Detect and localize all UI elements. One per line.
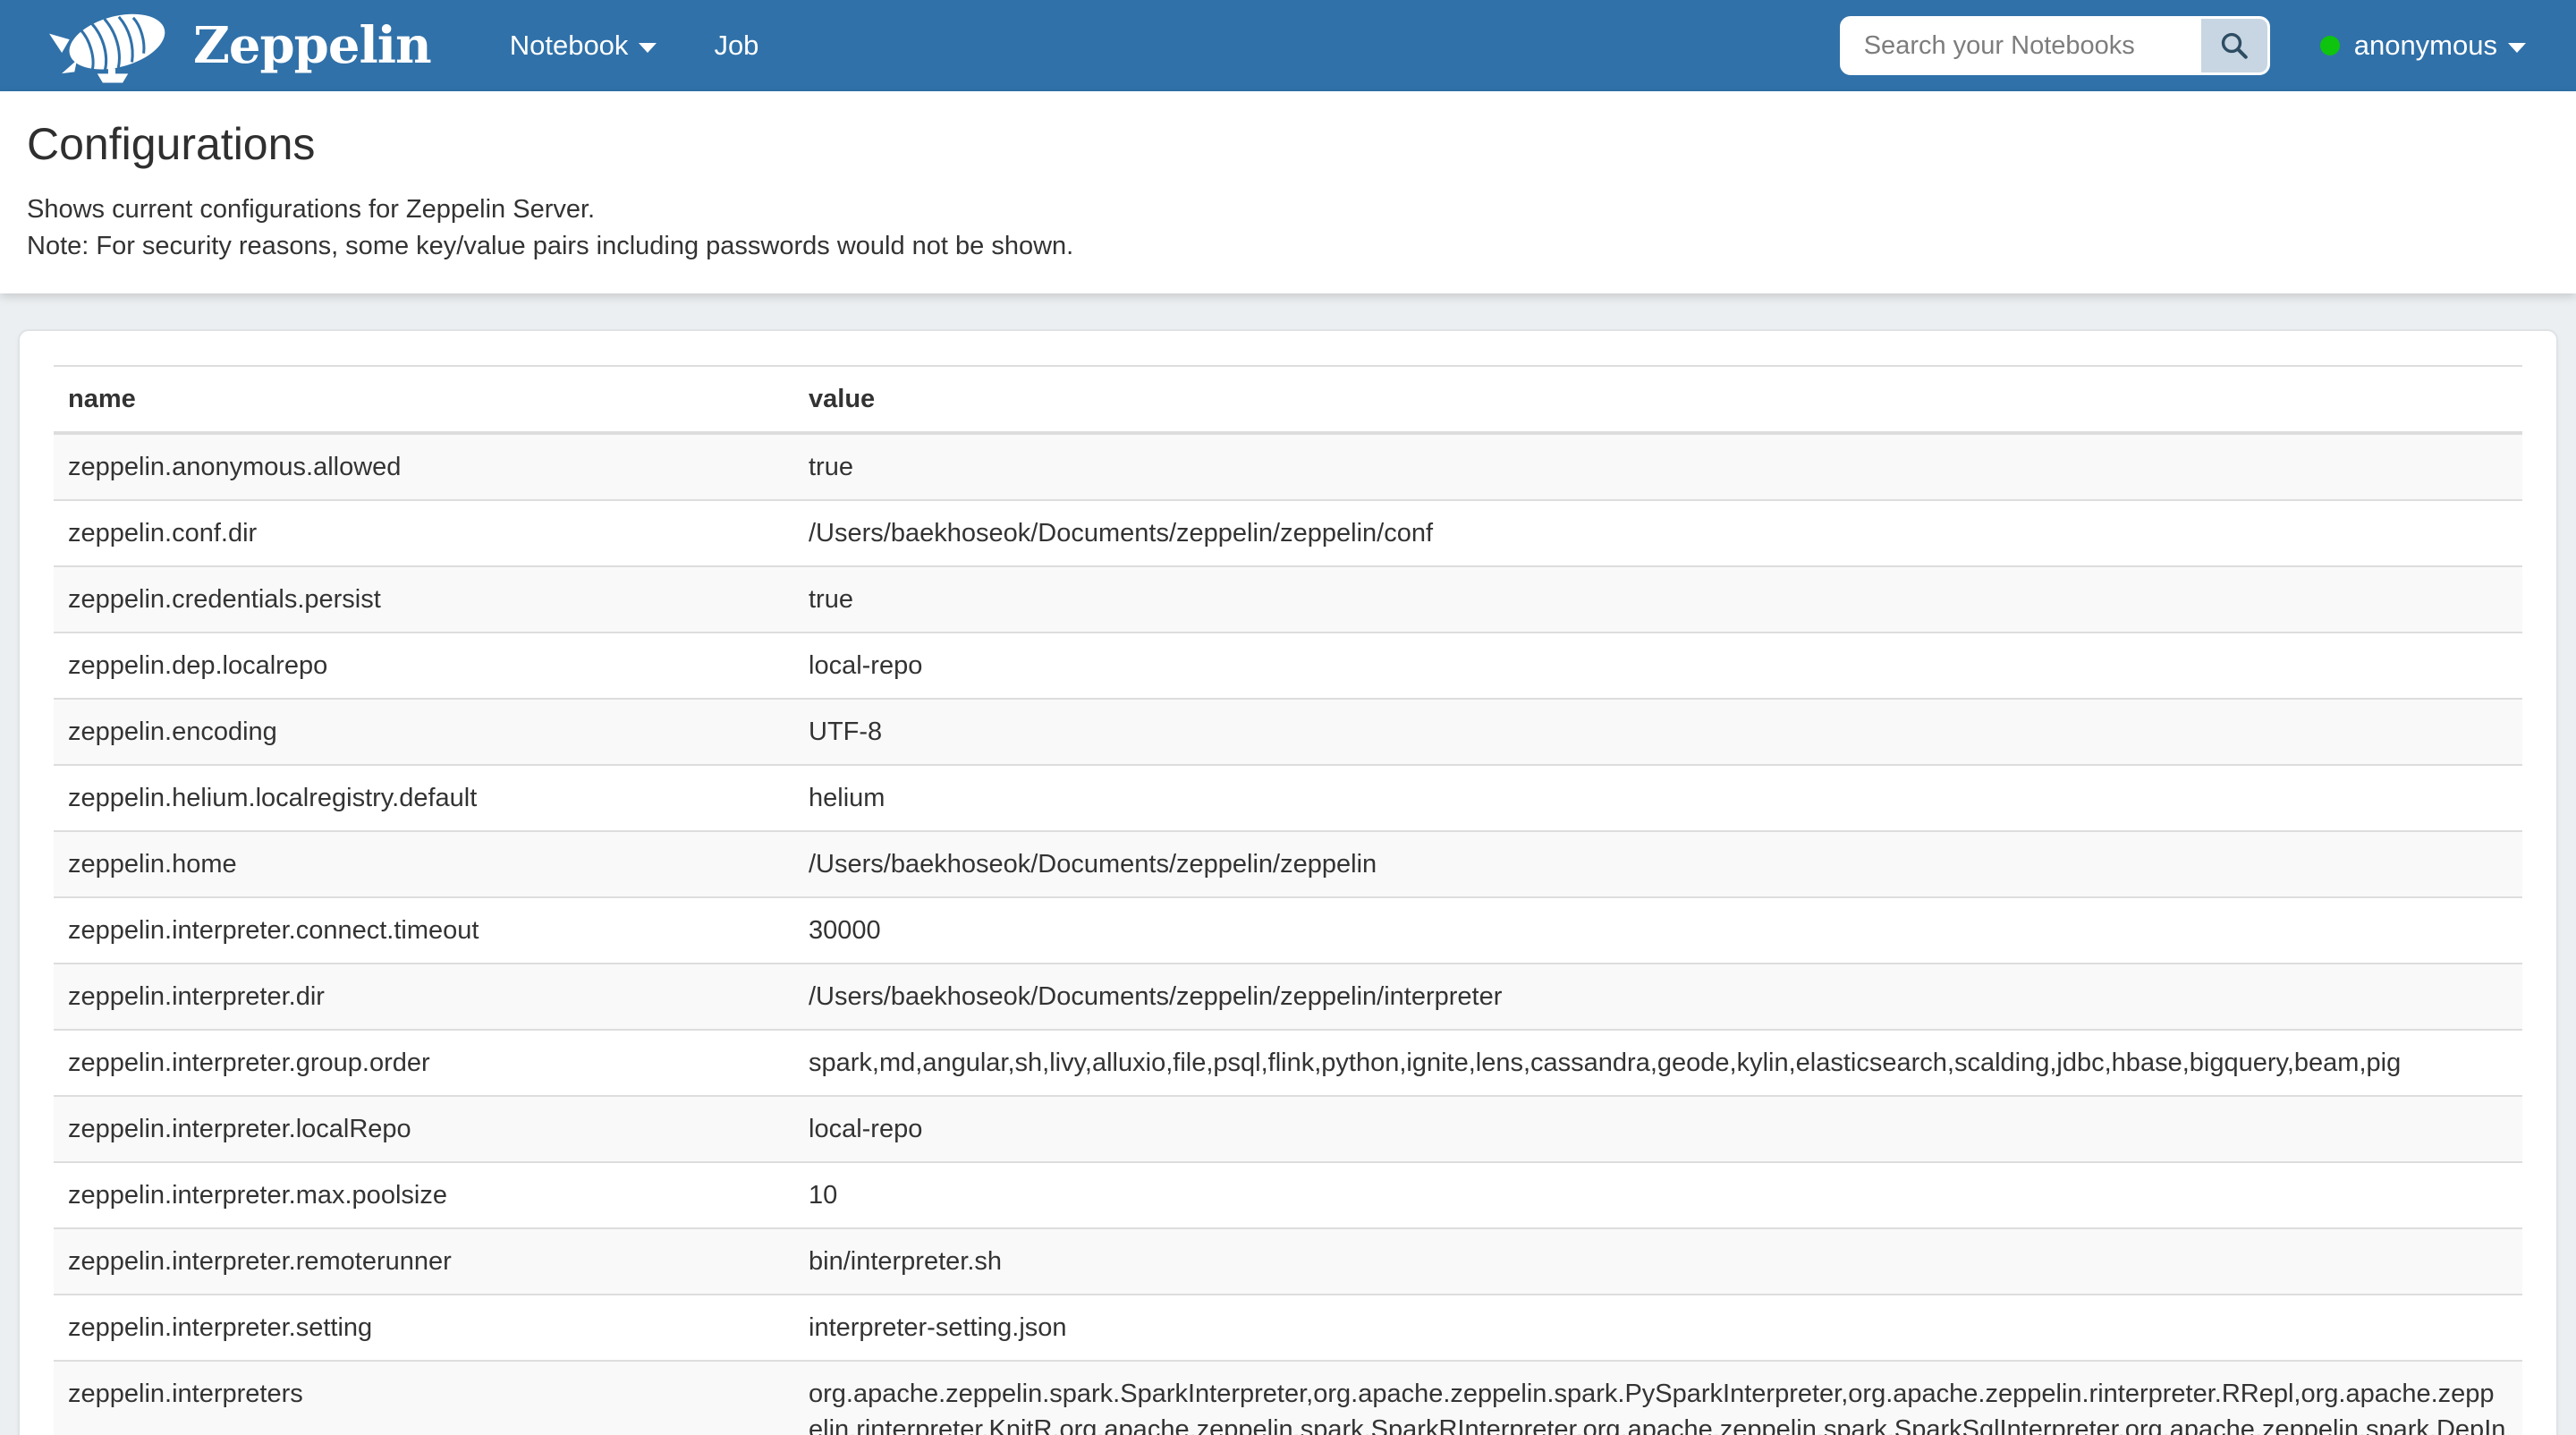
search-icon [2218, 30, 2250, 62]
config-name-cell: zeppelin.interpreter.setting [54, 1295, 794, 1361]
config-table-body: zeppelin.anonymous.allowedtruezeppelin.c… [54, 433, 2522, 1435]
config-name-cell: zeppelin.interpreter.dir [54, 964, 794, 1030]
main-nav: Notebook Job [481, 30, 788, 62]
config-value-cell: helium [794, 765, 2522, 831]
config-value-cell: /Users/baekhoseok/Documents/zeppelin/zep… [794, 500, 2522, 566]
zeppelin-brand[interactable]: Zeppelin [45, 4, 431, 87]
table-row: zeppelin.interpretersorg.apache.zeppelin… [54, 1361, 2522, 1435]
nav-notebook-label: Notebook [510, 30, 629, 62]
config-value-cell: /Users/baekhoseok/Documents/zeppelin/zep… [794, 964, 2522, 1030]
config-value-cell: 10 [794, 1162, 2522, 1228]
table-row: zeppelin.interpreter.settinginterpreter-… [54, 1295, 2522, 1361]
config-name-cell: zeppelin.home [54, 831, 794, 897]
nav-notebook-dropdown[interactable]: Notebook [481, 30, 686, 62]
brand-title: Zeppelin [193, 16, 431, 75]
table-row: zeppelin.interpreter.localRepolocal-repo [54, 1096, 2522, 1162]
page-description-line1: Shows current configurations for Zeppeli… [27, 191, 2549, 228]
page-description-line2: Note: For security reasons, some key/val… [27, 228, 2549, 265]
user-name: anonymous [2354, 30, 2497, 62]
table-row: zeppelin.interpreter.connect.timeout3000… [54, 897, 2522, 964]
config-name-cell: zeppelin.interpreters [54, 1361, 794, 1435]
table-row: zeppelin.helium.localregistry.defaulthel… [54, 765, 2522, 831]
navbar-right: anonymous [1840, 16, 2526, 75]
nav-job-link[interactable]: Job [685, 30, 787, 62]
config-name-cell: zeppelin.interpreter.localRepo [54, 1096, 794, 1162]
table-row: zeppelin.anonymous.allowedtrue [54, 433, 2522, 500]
config-name-cell: zeppelin.credentials.persist [54, 566, 794, 633]
config-name-cell: zeppelin.interpreter.remoterunner [54, 1228, 794, 1295]
table-row: zeppelin.interpreter.remoterunnerbin/int… [54, 1228, 2522, 1295]
chevron-down-icon [639, 43, 657, 53]
config-value-cell: true [794, 433, 2522, 500]
user-menu-dropdown[interactable]: anonymous [2320, 30, 2526, 62]
config-value-cell: org.apache.zeppelin.spark.SparkInterpret… [794, 1361, 2522, 1435]
page-title: Configurations [27, 118, 2549, 170]
config-value-cell: /Users/baekhoseok/Documents/zeppelin/zep… [794, 831, 2522, 897]
table-row: zeppelin.credentials.persisttrue [54, 566, 2522, 633]
table-row: zeppelin.conf.dir/Users/baekhoseok/Docum… [54, 500, 2522, 566]
config-value-cell: true [794, 566, 2522, 633]
config-name-cell: zeppelin.dep.localrepo [54, 633, 794, 699]
search-input[interactable] [1843, 19, 2199, 72]
configurations-table: name value zeppelin.anonymous.allowedtru… [54, 365, 2522, 1435]
nav-job-label: Job [714, 30, 758, 62]
table-row: zeppelin.interpreter.dir/Users/baekhoseo… [54, 964, 2522, 1030]
config-value-cell: bin/interpreter.sh [794, 1228, 2522, 1295]
config-value-cell: spark,md,angular,sh,livy,alluxio,file,ps… [794, 1030, 2522, 1096]
column-header-name: name [54, 366, 794, 433]
config-name-cell: zeppelin.helium.localregistry.default [54, 765, 794, 831]
table-row: zeppelin.dep.localrepolocal-repo [54, 633, 2522, 699]
zeppelin-logo-icon [45, 4, 181, 87]
config-value-cell: UTF-8 [794, 699, 2522, 765]
config-name-cell: zeppelin.interpreter.max.poolsize [54, 1162, 794, 1228]
connection-status-icon [2320, 36, 2340, 55]
config-value-cell: local-repo [794, 1096, 2522, 1162]
notebook-search [1840, 16, 2270, 75]
config-value-cell: 30000 [794, 897, 2522, 964]
table-header-row: name value [54, 366, 2522, 433]
search-button[interactable] [2201, 19, 2267, 72]
table-row: zeppelin.interpreter.group.orderspark,md… [54, 1030, 2522, 1096]
config-name-cell: zeppelin.encoding [54, 699, 794, 765]
table-row: zeppelin.home/Users/baekhoseok/Documents… [54, 831, 2522, 897]
main-content: name value zeppelin.anonymous.allowedtru… [0, 293, 2576, 1435]
config-name-cell: zeppelin.anonymous.allowed [54, 433, 794, 500]
config-name-cell: zeppelin.interpreter.group.order [54, 1030, 794, 1096]
page-header: Configurations Shows current configurati… [0, 91, 2576, 293]
table-row: zeppelin.interpreter.max.poolsize10 [54, 1162, 2522, 1228]
configurations-card: name value zeppelin.anonymous.allowedtru… [18, 329, 2558, 1435]
config-value-cell: interpreter-setting.json [794, 1295, 2522, 1361]
navbar: Zeppelin Notebook Job anonymous [0, 0, 2576, 91]
config-name-cell: zeppelin.conf.dir [54, 500, 794, 566]
column-header-value: value [794, 366, 2522, 433]
config-value-cell: local-repo [794, 633, 2522, 699]
config-name-cell: zeppelin.interpreter.connect.timeout [54, 897, 794, 964]
chevron-down-icon [2508, 43, 2526, 53]
table-row: zeppelin.encodingUTF-8 [54, 699, 2522, 765]
